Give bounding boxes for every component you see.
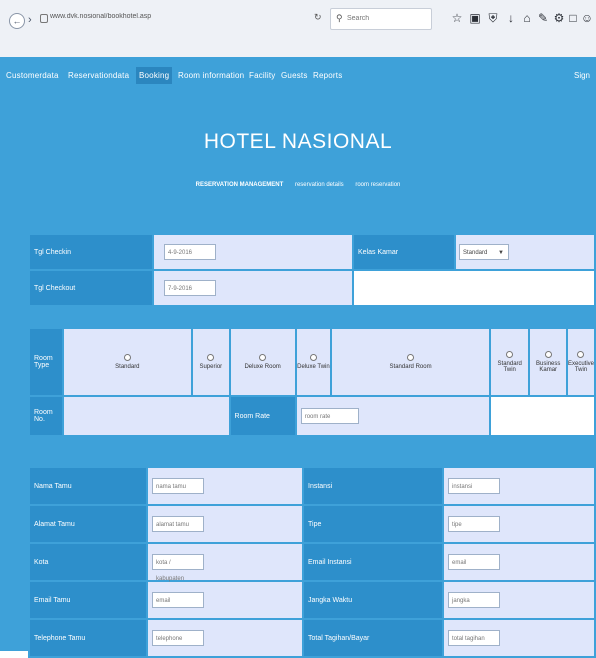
guest-field[interactable]: email (448, 554, 500, 570)
breadcrumb-item[interactable]: room reservation (355, 182, 400, 188)
nav-item-reservationdata[interactable]: Reservationdata (68, 71, 129, 80)
room-option[interactable]: Standard (61, 327, 194, 397)
checkout-field[interactable]: 7-9-2016 (164, 280, 216, 296)
guest-field[interactable]: tipe (448, 516, 500, 532)
browser-chrome: ← › www.dvk.nosional/bookhotel.asp ↻ ⚲ ☆… (0, 0, 596, 58)
room-type-label: Kelas Kamar (352, 233, 456, 271)
search-box[interactable]: ⚲ (330, 8, 432, 30)
nav-item-customerdata[interactable]: Customerdata (6, 71, 59, 80)
clipboard-icon[interactable]: ▣ (468, 10, 482, 26)
room-rate-field[interactable]: room rate (300, 408, 359, 424)
guest-row: Email Tamu email Jangka Waktu jangka (28, 580, 596, 620)
page-title: HOTEL NASIONAL (203, 130, 393, 153)
room-option[interactable]: Deluxe Room (228, 327, 297, 397)
nav-item-reports[interactable]: Reports (313, 71, 342, 80)
nav-item-booking[interactable]: Booking (136, 67, 173, 84)
radio-icon[interactable] (506, 351, 514, 358)
radio-icon[interactable] (577, 351, 585, 358)
guest-row: Nama Tamu nama tamu Instansi instansi (28, 466, 596, 506)
guest-field[interactable]: total tagihan (448, 630, 500, 646)
star-icon[interactable]: ☆ (450, 10, 464, 26)
guest-label: Total Tagihan/Bayar (302, 618, 444, 658)
guest-row: Kota kota / kabupaten Email Instansi email (28, 542, 596, 582)
chevron-down-icon: ▼ (498, 250, 504, 256)
room-rate-label: Room Rate (228, 395, 297, 437)
room-type-label: Room Type (28, 327, 64, 397)
room-no-field[interactable] (61, 395, 231, 437)
guest-row: Telephone Tamu telephone Total Tagihan/Bay… (28, 618, 596, 658)
guest-field[interactable]: jangka (448, 592, 500, 608)
guest-label: Alamat Tamu (28, 504, 148, 544)
reload-icon[interactable]: ↻ (314, 12, 322, 23)
download-icon[interactable]: ↓ (504, 10, 518, 26)
search-icon: ⚲ (336, 13, 343, 23)
page-header: HOTEL NASIONAL RESERVATION MANAGEMENT re… (0, 97, 596, 217)
breadcrumb-item[interactable]: RESERVATION MANAGEMENT (196, 182, 284, 188)
guest-label: Email Tamu (28, 580, 148, 620)
sign-link[interactable]: Sign (574, 71, 590, 80)
checkin-label: Tgl Checkin (28, 233, 154, 271)
main-navbar: Customerdata Reservationdata Booking Roo… (0, 57, 596, 97)
guest-label: Email Instansi (302, 542, 444, 582)
room-option[interactable]: Executive Twin (565, 327, 596, 397)
checkin-field[interactable]: 4-9-2016 (164, 244, 216, 260)
guest-label: Jangka Waktu (302, 580, 444, 620)
nav-item-guests[interactable]: Guests (281, 71, 308, 80)
back-icon[interactable]: ← (9, 13, 25, 29)
breadcrumb-item[interactable]: reservation details (295, 182, 344, 188)
url-bar-row: ← › www.dvk.nosional/bookhotel.asp ↻ ⚲ ☆… (0, 0, 596, 36)
forward-icon[interactable]: › (28, 14, 32, 26)
room-option[interactable]: Standard Room (330, 327, 491, 397)
smiley-icon[interactable]: ☺ (580, 10, 594, 26)
window-icon[interactable]: □ (566, 10, 580, 26)
room-table: Room Type Standard Superior Deluxe Room … (28, 327, 596, 437)
room-option[interactable]: Deluxe Twin (294, 327, 333, 397)
guest-field[interactable]: email (152, 592, 204, 608)
empty-cell (489, 395, 596, 437)
guest-label: Tipe (302, 504, 444, 544)
guest-rows: Nama Tamu nama tamu Instansi instansi Alamat… (28, 466, 596, 658)
radio-icon[interactable] (309, 354, 317, 361)
pencil-icon[interactable]: ✎ (536, 10, 550, 26)
guest-table: Nama Tamu nama tamu Instansi instansi Alamat… (28, 466, 596, 658)
lock-icon (40, 14, 48, 23)
room-no-label: Room No. (28, 395, 64, 437)
room-option[interactable]: Superior (191, 327, 231, 397)
guest-label: Telephone Tamu (28, 618, 148, 658)
gear-icon[interactable]: ⚙ (552, 10, 566, 26)
breadcrumb: RESERVATION MANAGEMENT reservation detai… (0, 182, 596, 188)
room-type-select[interactable]: Standard ▼ (459, 244, 509, 260)
room-type-value: Standard (463, 250, 488, 256)
guest-field[interactable]: nama tamu (152, 478, 204, 494)
guest-label: Kota (28, 542, 148, 582)
nav-item-room-information[interactable]: Room information (178, 71, 244, 80)
guest-row: Alamat Tamu alamat tamu Tipe tipe (28, 504, 596, 544)
guest-label: Instansi (302, 466, 444, 506)
radio-icon[interactable] (407, 354, 415, 361)
address-bar[interactable]: www.dvk.nosional/bookhotel.asp (50, 13, 250, 20)
guest-field[interactable]: instansi (448, 478, 500, 494)
search-input[interactable] (347, 12, 425, 25)
radio-icon[interactable] (123, 354, 131, 361)
nav-item-facility[interactable]: Facility (249, 71, 276, 80)
checkout-label: Tgl Checkout (28, 269, 154, 307)
radio-icon[interactable] (259, 354, 267, 361)
guest-field[interactable]: telephone (152, 630, 204, 646)
home-icon[interactable]: ⌂ (520, 10, 534, 26)
date-table: Tgl Checkin 4-9-2016 Kelas Kamar Standar… (28, 233, 596, 307)
guest-field[interactable]: kota / kabupaten (152, 554, 204, 582)
shield-icon[interactable]: ⛨ (486, 10, 500, 26)
radio-icon[interactable] (207, 354, 215, 361)
radio-icon[interactable] (544, 351, 552, 358)
guest-label: Nama Tamu (28, 466, 148, 506)
empty-cell (352, 269, 596, 307)
room-option[interactable]: Business Kamar (528, 327, 568, 397)
guest-field[interactable]: alamat tamu (152, 516, 204, 532)
room-option[interactable]: Standard Twin (488, 327, 531, 397)
